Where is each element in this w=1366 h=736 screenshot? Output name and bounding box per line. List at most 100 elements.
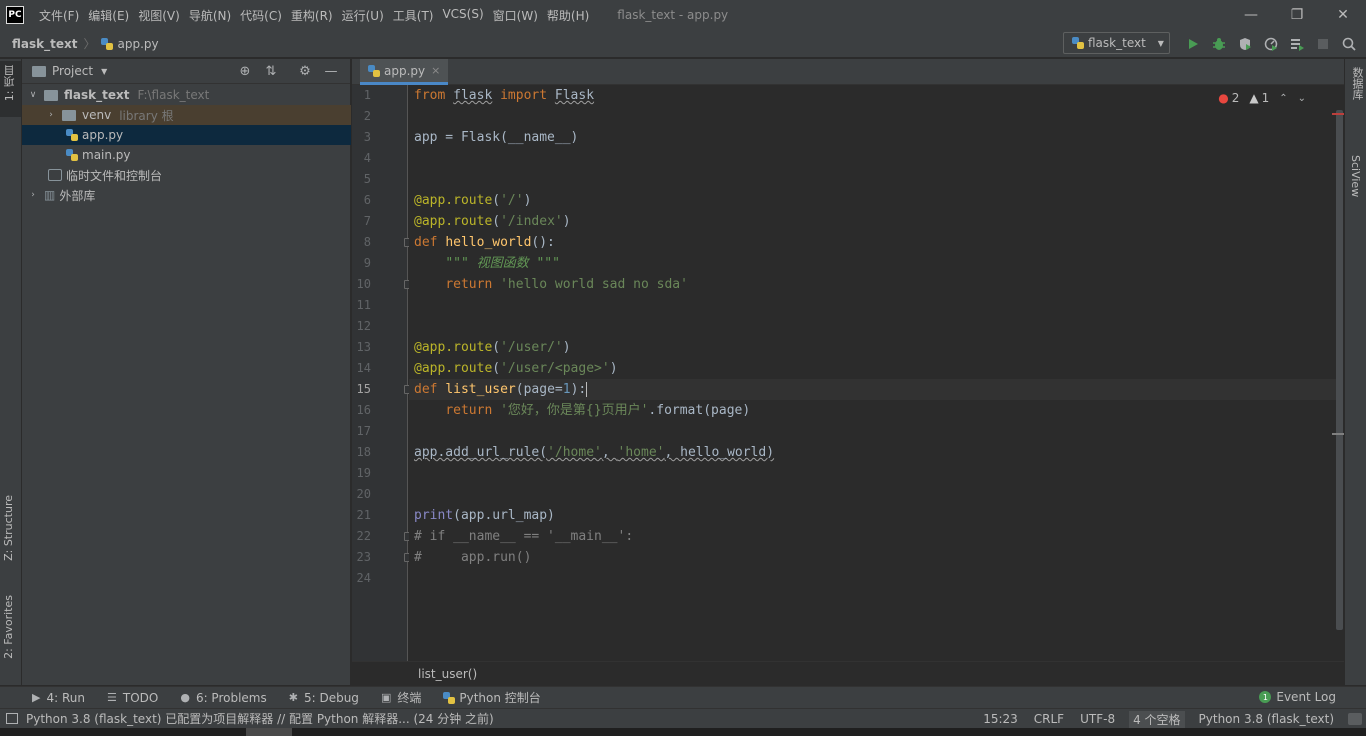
line-number: 14	[356, 361, 371, 375]
debug-icon[interactable]	[1206, 30, 1232, 58]
interpreter-setting[interactable]: Python 3.8 (flask_text)	[1197, 712, 1336, 726]
python-file-icon	[66, 149, 78, 161]
run-icon: ▶	[32, 691, 41, 704]
error-stripe-mark[interactable]	[1332, 113, 1344, 115]
python-icon	[443, 691, 456, 704]
todo-tool-button[interactable]: ☰ TODO	[107, 691, 158, 705]
tree-item-label: 临时文件和控制台	[66, 168, 163, 183]
tree-item-main-py[interactable]: main.py	[22, 145, 351, 165]
menu-vcs[interactable]: VCS(S)	[442, 7, 483, 24]
warning-stripe-mark[interactable]	[1332, 433, 1344, 435]
run-toolbar	[1180, 30, 1362, 58]
line-number: 8	[363, 235, 371, 249]
problems-tool-button[interactable]: ● 6: Problems	[180, 691, 266, 705]
terminal-tool-button[interactable]: ▣ 终端	[381, 689, 421, 706]
structure-tool-tab[interactable]: Z: Structure	[2, 495, 15, 561]
run-configuration-select[interactable]: flask_text ▼	[1063, 32, 1170, 54]
line-separator[interactable]: CRLF	[1032, 712, 1066, 726]
code-line: return 'hello world sad no sda'	[445, 277, 688, 292]
menu-help[interactable]: 帮助(H)	[547, 7, 589, 24]
locate-icon[interactable]: ⊕	[232, 64, 258, 79]
stop-icon[interactable]	[1310, 30, 1336, 58]
warning-icon: ▲	[1249, 91, 1259, 105]
run-tool-label: 4: Run	[46, 690, 85, 705]
tree-item-scratches[interactable]: 临时文件和控制台	[22, 165, 351, 185]
title-bar: PC 文件(F) 编辑(E) 视图(V) 导航(N) 代码(C) 重构(R) 运…	[0, 0, 1366, 30]
error-icon: ●	[1218, 91, 1229, 105]
breadcrumb-function[interactable]: list_user()	[418, 667, 477, 681]
python-console-tool-button[interactable]: Python 控制台	[443, 689, 541, 706]
lock-icon[interactable]	[1348, 713, 1362, 725]
hide-icon[interactable]: —	[318, 64, 344, 79]
line-number: 20	[356, 487, 371, 501]
folder-icon	[44, 89, 58, 101]
tree-item-external-libraries[interactable]: › ▥ 外部库	[22, 185, 351, 205]
code-editor[interactable]: from flask import Flask app = Flask(__na…	[409, 85, 1336, 661]
menu-tools[interactable]: 工具(T)	[393, 7, 434, 24]
scrollbar-thumb[interactable]	[1336, 110, 1343, 630]
tree-item-app-py[interactable]: app.py	[22, 125, 351, 145]
database-tool-tab[interactable]: 数据库	[1349, 67, 1365, 100]
taskbar-strip	[0, 728, 1366, 736]
close-button[interactable]: ✕	[1320, 0, 1366, 30]
run-tool-button[interactable]: ▶ 4: Run	[32, 691, 85, 705]
profile-icon[interactable]	[1258, 30, 1284, 58]
menu-view[interactable]: 视图(V)	[138, 7, 180, 24]
file-encoding[interactable]: UTF-8	[1078, 712, 1117, 726]
chevron-right-icon[interactable]: ›	[26, 190, 40, 200]
gear-icon[interactable]: ⚙	[292, 64, 318, 79]
breadcrumb-file[interactable]: app.py	[101, 37, 159, 51]
line-number: 13	[356, 340, 371, 354]
project-panel: Project ▼ ⊕ ⇅ ⚙ — ∨ flask_text F:\flask_…	[22, 59, 351, 685]
menu-refactor[interactable]: 重构(R)	[291, 7, 333, 24]
tool-windows-toggle-icon[interactable]	[6, 713, 18, 724]
previous-highlight-icon[interactable]: ⌃	[1279, 93, 1287, 104]
vertical-scrollbar[interactable]	[1332, 85, 1344, 661]
tree-item-flask-text[interactable]: ∨ flask_text F:\flask_text	[22, 85, 351, 105]
chevron-down-icon: ▼	[101, 66, 108, 76]
indent-setting[interactable]: 4 个空格	[1129, 710, 1185, 728]
window-controls: — ❐ ✕	[1228, 0, 1366, 30]
close-icon[interactable]: ×	[431, 64, 440, 77]
coverage-icon[interactable]	[1232, 30, 1258, 58]
tree-item-venv[interactable]: › venv library 根	[22, 105, 351, 125]
menu-list: 文件(F) 编辑(E) 视图(V) 导航(N) 代码(C) 重构(R) 运行(U…	[30, 7, 589, 24]
project-panel-tools: ⊕ ⇅ ⚙ —	[232, 59, 344, 84]
search-icon[interactable]	[1336, 30, 1362, 58]
breadcrumb-project[interactable]: flask_text	[12, 37, 77, 51]
tab-app-py[interactable]: app.py ×	[360, 59, 449, 85]
menu-file[interactable]: 文件(F)	[39, 7, 79, 24]
status-message[interactable]: Python 3.8 (flask_text) 已配置为项目解释器 // 配置 …	[6, 710, 494, 727]
line-number: 7	[363, 214, 371, 228]
line-number: 6	[363, 193, 371, 207]
sciview-tool-tab[interactable]: SciView	[1349, 155, 1362, 197]
project-view-select[interactable]: Project ▼	[32, 64, 107, 78]
next-highlight-icon[interactable]: ⌄	[1298, 93, 1306, 104]
caret-position[interactable]: 15:23	[981, 712, 1020, 726]
code-line: @app.route('/user/<page>')	[414, 361, 618, 376]
menu-navigate[interactable]: 导航(N)	[189, 7, 231, 24]
restore-button[interactable]: ❐	[1274, 0, 1320, 30]
menu-run[interactable]: 运行(U)	[342, 7, 384, 24]
line-number: 9	[363, 256, 371, 270]
python-file-icon	[368, 64, 380, 77]
favorites-tool-tab[interactable]: 2: Favorites	[2, 595, 15, 659]
project-tool-tab[interactable]: 1: 项目	[2, 65, 18, 101]
event-log-button[interactable]: 1 Event Log	[1259, 690, 1336, 704]
chevron-down-icon[interactable]: ∨	[26, 90, 40, 100]
line-number: 4	[363, 151, 371, 165]
line-number-current: 15	[356, 382, 371, 396]
run-icon[interactable]	[1180, 30, 1206, 58]
tree-item-path: F:\flask_text	[137, 88, 210, 102]
menu-edit[interactable]: 编辑(E)	[88, 7, 129, 24]
debug-tool-button[interactable]: ✱ 5: Debug	[289, 691, 359, 705]
project-panel-header: Project ▼ ⊕ ⇅ ⚙ —	[22, 59, 350, 84]
chevron-right-icon[interactable]: ›	[44, 110, 58, 120]
menu-code[interactable]: 代码(C)	[240, 7, 282, 24]
minimize-button[interactable]: —	[1228, 0, 1274, 30]
line-number: 21	[356, 508, 371, 522]
build-icon[interactable]	[1284, 30, 1310, 58]
menu-window[interactable]: 窗口(W)	[493, 7, 538, 24]
collapse-all-icon[interactable]: ⇅	[258, 64, 284, 79]
inspection-widget[interactable]: ● 2 ▲ 1 ⌃ ⌄	[1218, 91, 1306, 105]
